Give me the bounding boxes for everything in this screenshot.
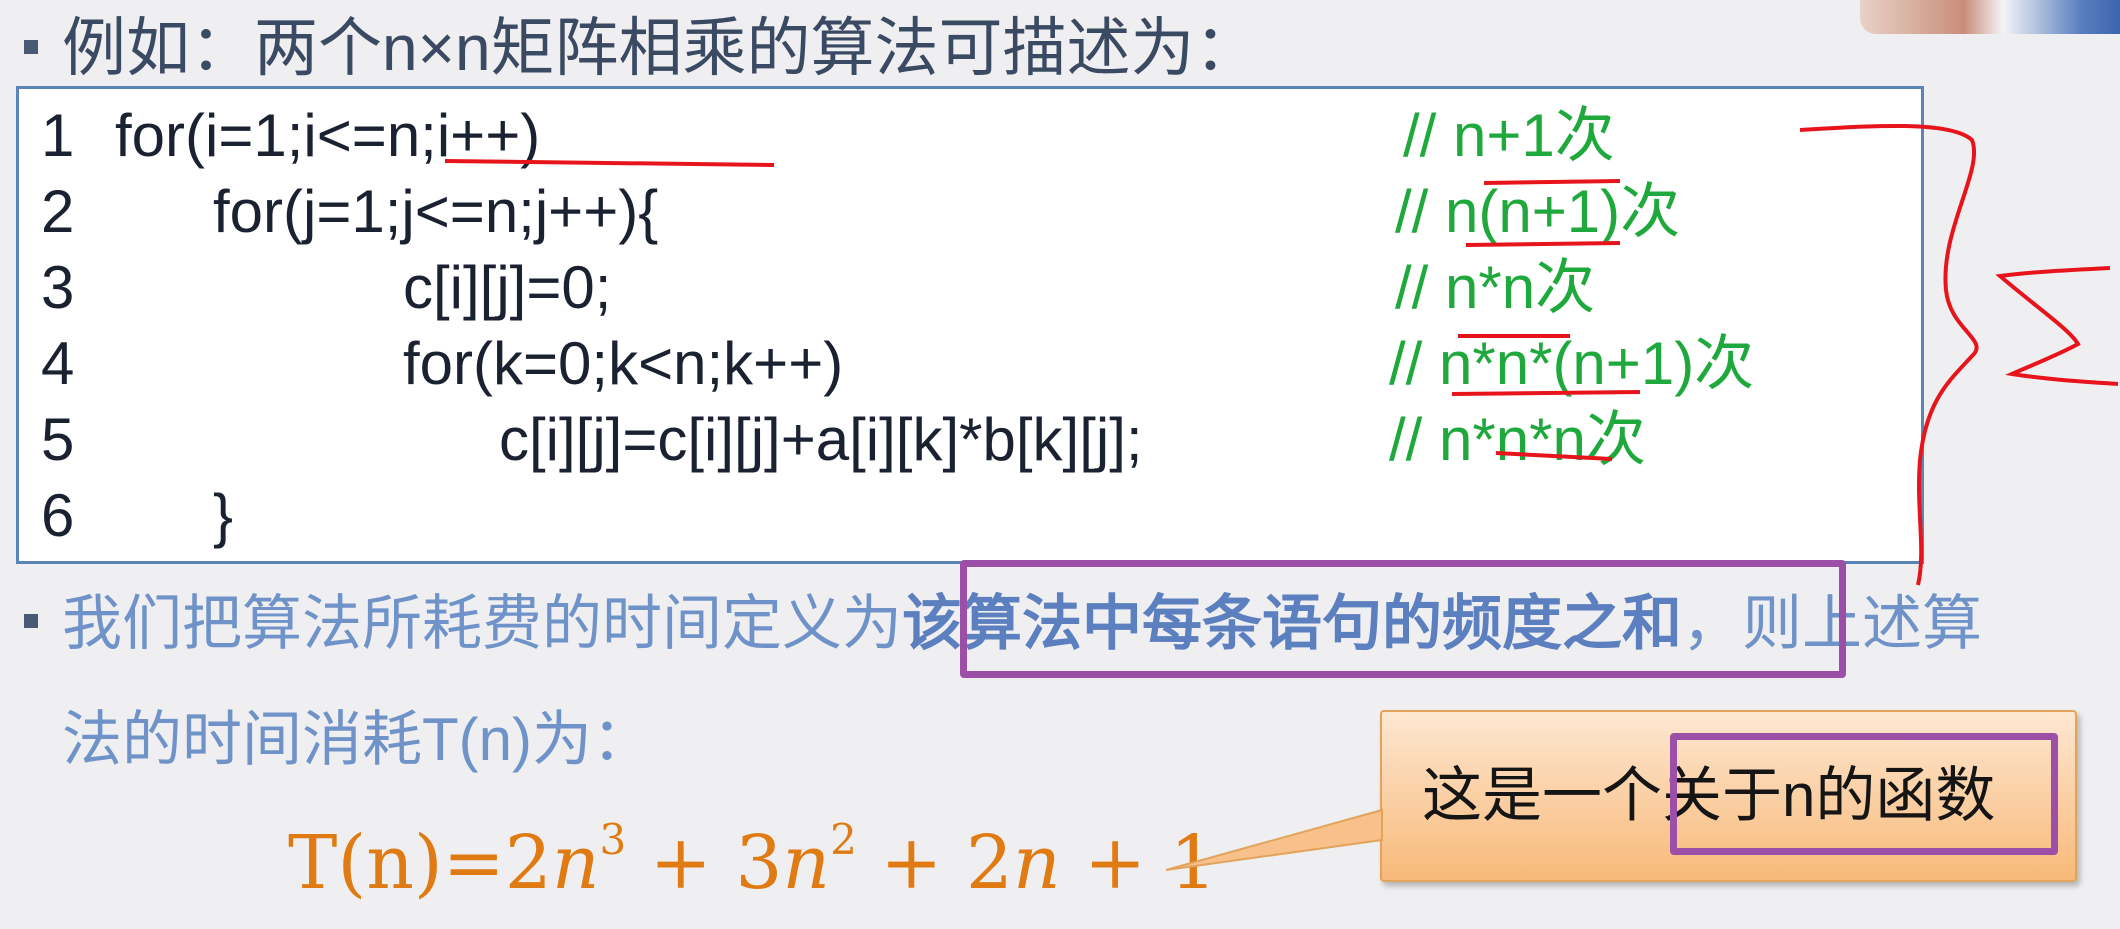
code-comment: // n*n*(n+1)次 bbox=[1389, 330, 1755, 397]
code-text: for(j=1;j<=n;j++){ bbox=[213, 178, 659, 245]
formula-op: + bbox=[856, 820, 966, 906]
line-number: 3 bbox=[41, 254, 75, 321]
code-text: for(i=1;i<=n;i++) bbox=[115, 102, 541, 169]
highlight-box-function bbox=[1670, 733, 2058, 855]
bullet-icon bbox=[24, 614, 38, 628]
line-number: 1 bbox=[41, 102, 75, 169]
paragraph-line-2: 法的时间消耗T(n)为： bbox=[62, 706, 652, 773]
code-text: } bbox=[213, 482, 234, 549]
formula-exp: 2 bbox=[830, 815, 857, 864]
code-line-1: 1 for(i=1;i<=n;i++) // n+1次 bbox=[19, 97, 1919, 175]
code-comment: // n*n*n次 bbox=[1389, 406, 1646, 473]
code-comment: // n+1次 bbox=[1403, 102, 1615, 169]
red-sigma bbox=[1995, 266, 2119, 386]
code-block: 1 for(i=1;i<=n;i++) // n+1次 2 for(j=1;j<… bbox=[16, 86, 1924, 564]
formula-var: n bbox=[551, 820, 600, 906]
formula-coef: 3 bbox=[735, 820, 783, 906]
formula-op: + bbox=[1060, 820, 1170, 906]
code-text: for(k=0;k<n;k++) bbox=[403, 330, 844, 397]
code-text: c[i][j]=c[i][j]+a[i][k]*b[k][j]; bbox=[499, 406, 1143, 473]
code-line-6: 6 } bbox=[19, 477, 1919, 555]
formula-exp: 3 bbox=[599, 815, 627, 864]
callout-prefix: 这是一个 bbox=[1422, 762, 1662, 829]
slide: 例如：两个n×n矩阵相乘的算法可描述为： 1 for(i=1;i<=n;i++)… bbox=[0, 0, 2120, 929]
code-line-2: 2 for(j=1;j<=n;j++){ // n(n+1)次 bbox=[19, 173, 1919, 251]
formula-op: + bbox=[626, 820, 736, 906]
code-line-3: 3 c[i][j]=0; // n*n次 bbox=[19, 249, 1919, 327]
slide-heading: 例如：两个n×n矩阵相乘的算法可描述为： bbox=[62, 12, 1259, 84]
bullet-icon bbox=[24, 40, 38, 54]
formula-lhs: T(n)= bbox=[288, 820, 505, 906]
code-text: c[i][j]=0; bbox=[403, 254, 612, 321]
formula-var: n bbox=[782, 820, 831, 906]
highlight-box-sum bbox=[960, 560, 1846, 678]
line-number: 4 bbox=[41, 330, 75, 397]
formula-coef: 2 bbox=[504, 820, 552, 906]
line-number: 2 bbox=[41, 178, 75, 245]
code-line-5: 5 c[i][j]=c[i][j]+a[i][k]*b[k][j]; // n*… bbox=[19, 401, 1919, 479]
code-comment: // n(n+1)次 bbox=[1395, 178, 1681, 245]
line-number: 5 bbox=[41, 406, 75, 473]
formula-var: n bbox=[1012, 820, 1061, 906]
line-number: 6 bbox=[41, 482, 75, 549]
time-formula: T(n)=2n3 + 3n2 + 2n + 1 bbox=[288, 818, 1217, 908]
code-comment: // n*n次 bbox=[1395, 254, 1596, 321]
formula-const: 1 bbox=[1169, 820, 1217, 906]
paragraph-text: 我们把算法所耗费的时间定义为 bbox=[62, 590, 902, 657]
formula-coef: 2 bbox=[965, 820, 1013, 906]
presenter-video-thumbnail bbox=[1860, 0, 2120, 34]
code-line-4: 4 for(k=0;k<n;k++) // n*n*(n+1)次 bbox=[19, 325, 1919, 403]
